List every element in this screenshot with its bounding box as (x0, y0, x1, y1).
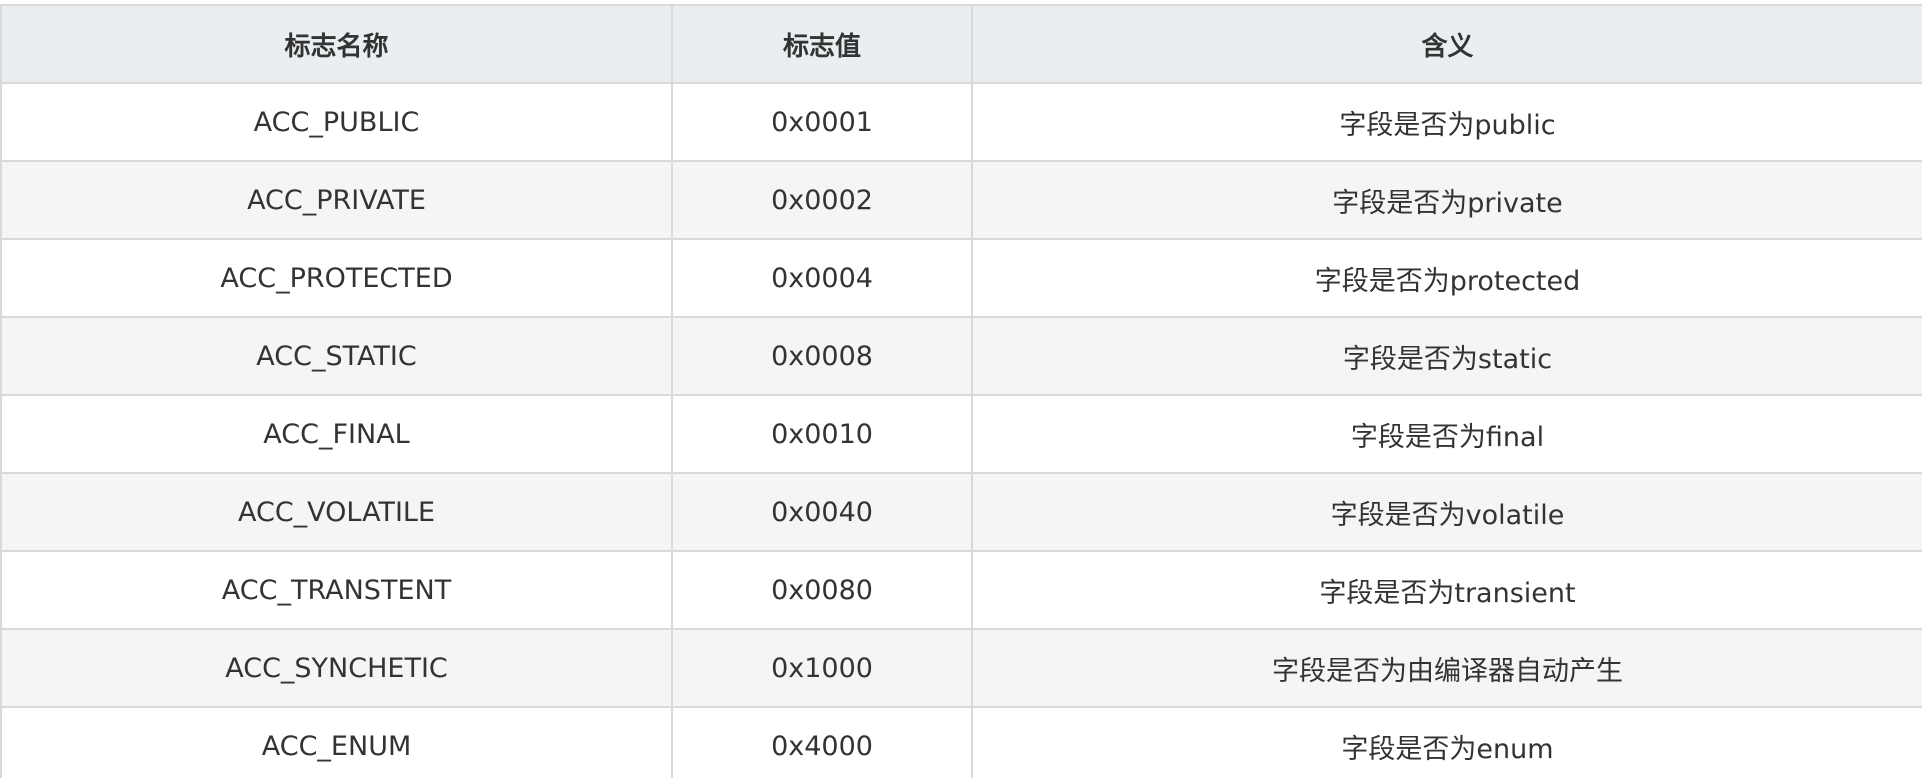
flag-name-cell: ACC_STATIC (0, 316, 673, 396)
table-header-row: 标志名称 标志值 含义 (0, 4, 1922, 84)
flag-value-cell: 0x4000 (671, 706, 973, 778)
column-header-meaning: 含义 (971, 4, 1922, 84)
flag-value-cell: 0x0010 (671, 394, 973, 474)
flag-meaning-cell: 字段是否为private (971, 160, 1922, 240)
flag-meaning-cell: 字段是否为static (971, 316, 1922, 396)
flag-meaning-cell: 字段是否为transient (971, 550, 1922, 630)
table-row: ACC_SYNCHETIC 0x1000 字段是否为由编译器自动产生 (0, 628, 1922, 708)
table-row: ACC_TRANSTENT 0x0080 字段是否为transient (0, 550, 1922, 630)
table-row: ACC_PRIVATE 0x0002 字段是否为private (0, 160, 1922, 240)
flag-value-cell: 0x0002 (671, 160, 973, 240)
access-flags-table: 标志名称 标志值 含义 ACC_PUBLIC 0x0001 字段是否为publi… (0, 4, 1922, 778)
flag-name-cell: ACC_PUBLIC (0, 82, 673, 162)
table-row: ACC_VOLATILE 0x0040 字段是否为volatile (0, 472, 1922, 552)
flag-name-cell: ACC_PRIVATE (0, 160, 673, 240)
flag-value-cell: 0x0004 (671, 238, 973, 318)
table-row: ACC_PROTECTED 0x0004 字段是否为protected (0, 238, 1922, 318)
flag-value-cell: 0x1000 (671, 628, 973, 708)
flag-meaning-cell: 字段是否为由编译器自动产生 (971, 628, 1922, 708)
flag-name-cell: ACC_SYNCHETIC (0, 628, 673, 708)
column-header-flag-name: 标志名称 (0, 4, 673, 84)
flag-name-cell: ACC_TRANSTENT (0, 550, 673, 630)
flag-meaning-cell: 字段是否为protected (971, 238, 1922, 318)
flag-meaning-cell: 字段是否为final (971, 394, 1922, 474)
flags-table-container: 标志名称 标志值 含义 ACC_PUBLIC 0x0001 字段是否为publi… (0, 0, 1922, 778)
flag-value-cell: 0x0001 (671, 82, 973, 162)
flag-meaning-cell: 字段是否为public (971, 82, 1922, 162)
flag-name-cell: ACC_ENUM (0, 706, 673, 778)
flag-name-cell: ACC_VOLATILE (0, 472, 673, 552)
flag-value-cell: 0x0080 (671, 550, 973, 630)
flag-meaning-cell: 字段是否为enum (971, 706, 1922, 778)
flag-value-cell: 0x0040 (671, 472, 973, 552)
table-row: ACC_FINAL 0x0010 字段是否为final (0, 394, 1922, 474)
flag-name-cell: ACC_PROTECTED (0, 238, 673, 318)
table-row: ACC_STATIC 0x0008 字段是否为static (0, 316, 1922, 396)
flag-meaning-cell: 字段是否为volatile (971, 472, 1922, 552)
flag-name-cell: ACC_FINAL (0, 394, 673, 474)
table-row: ACC_PUBLIC 0x0001 字段是否为public (0, 82, 1922, 162)
flag-value-cell: 0x0008 (671, 316, 973, 396)
table-row: ACC_ENUM 0x4000 字段是否为enum (0, 706, 1922, 778)
column-header-flag-value: 标志值 (671, 4, 973, 84)
